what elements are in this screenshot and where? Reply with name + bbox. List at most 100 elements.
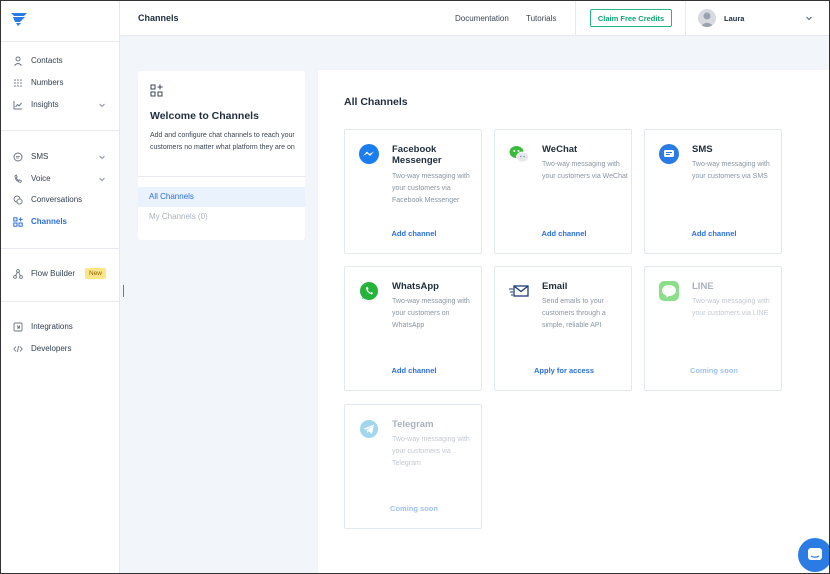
add-channel-button[interactable]: Add channel: [645, 229, 783, 238]
sidebar-item-insights[interactable]: Insights: [1, 96, 119, 114]
channel-description: Two-way messaging with your customers vi…: [692, 161, 770, 180]
sidebar-item-contacts[interactable]: Contacts: [1, 52, 119, 70]
tab-label: All Channels: [149, 192, 194, 201]
top-header: Channels Documentation Tutorials Claim F…: [120, 1, 829, 36]
channel-name: Facebook Messenger: [392, 144, 442, 166]
welcome-panel: Welcome to Channels Add and configure ch…: [138, 71, 305, 240]
sidebar-item-label: Channels: [31, 217, 68, 226]
sidebar-item-label: Numbers: [31, 78, 64, 87]
channel-card-sms[interactable]: SMS Two-way messaging with your customer…: [644, 129, 782, 254]
sidebar: Contacts Numbers Insights SMS Voice Conv…: [1, 1, 120, 573]
coming-soon-label: Coming soon: [390, 504, 438, 513]
tutorials-link[interactable]: Tutorials: [526, 14, 556, 23]
messagebird-logo-icon[interactable]: [10, 11, 28, 27]
chat-icon: [808, 548, 822, 560]
sidebar-resize-handle[interactable]: [123, 285, 124, 297]
person-icon: [14, 56, 22, 66]
sidebar-item-flow-builder[interactable]: Flow Builder New: [1, 265, 119, 283]
wechat-icon: [509, 146, 529, 163]
sidebar-item-label: Voice: [31, 174, 51, 183]
chat-support-button[interactable]: [798, 538, 829, 572]
header-divider: [575, 1, 576, 36]
messenger-icon: [359, 144, 379, 164]
channel-description: Two-way messaging with your customers vi…: [392, 173, 470, 204]
line-icon: [659, 281, 679, 301]
sms-icon: [13, 152, 23, 162]
channel-name: LINE: [692, 281, 714, 292]
sidebar-item-conversations[interactable]: Conversations: [1, 191, 119, 209]
sms-icon: [659, 144, 679, 164]
new-badge: New: [85, 268, 107, 279]
channel-name: Email: [542, 281, 568, 292]
grid-icon: [14, 79, 22, 87]
channel-card-facebook-messenger[interactable]: Facebook Messenger Two-way messaging wit…: [344, 129, 482, 254]
sidebar-item-label: SMS: [31, 152, 49, 161]
sidebar-item-label: Insights: [31, 100, 59, 109]
whatsapp-icon: [360, 282, 378, 300]
email-icon: [509, 285, 529, 297]
header-divider: [685, 1, 686, 36]
section-title: All Channels: [344, 96, 408, 108]
add-channel-button[interactable]: Add channel: [495, 229, 633, 238]
user-name[interactable]: Laura: [724, 14, 744, 23]
channels-main-panel: All Channels Facebook Messenger Two-way …: [318, 70, 829, 573]
welcome-divider: [138, 176, 305, 177]
sidebar-item-label: Integrations: [31, 322, 73, 331]
avatar-person-icon: [700, 12, 714, 27]
claim-free-credits-button[interactable]: Claim Free Credits: [590, 9, 672, 27]
channel-card-whatsapp[interactable]: WhatsApp Two-way messaging with your cus…: [344, 266, 482, 391]
integrations-icon: [13, 322, 23, 332]
chevron-down-icon[interactable]: [98, 153, 106, 161]
chevron-down-icon[interactable]: [98, 175, 106, 183]
page-title: Channels: [138, 13, 179, 23]
chart-icon: [13, 101, 22, 110]
tab-my-channels[interactable]: My Channels (0): [138, 207, 305, 227]
app-frame: Contacts Numbers Insights SMS Voice Conv…: [0, 0, 830, 574]
avatar[interactable]: [698, 9, 716, 27]
channels-icon: [13, 217, 23, 227]
channel-description: Two-way messaging with your customers vi…: [542, 161, 628, 180]
channel-card-wechat[interactable]: WeChat Two-way messaging with your custo…: [494, 129, 632, 254]
channel-description: Send emails to your customers through a …: [542, 298, 606, 329]
sidebar-divider: [1, 301, 119, 302]
channel-card-line: LINE Two-way messaging with your custome…: [644, 266, 782, 391]
add-channel-button[interactable]: Add channel: [345, 366, 483, 375]
coming-soon-label: Coming soon: [690, 366, 738, 375]
chevron-down-icon[interactable]: [805, 14, 813, 22]
flow-icon: [13, 269, 23, 279]
sidebar-item-label: Conversations: [31, 195, 83, 204]
sidebar-item-label: Developers: [31, 344, 72, 353]
add-channel-button[interactable]: Add channel: [345, 229, 483, 238]
tab-label: My Channels (0): [149, 212, 208, 221]
channel-description: Two-way messaging with your customers vi…: [692, 298, 770, 317]
sidebar-item-label: Flow Builder: [31, 269, 76, 278]
voice-icon: [14, 174, 23, 184]
sidebar-divider: [1, 41, 119, 42]
sidebar-divider: [1, 130, 119, 131]
documentation-link[interactable]: Documentation: [455, 14, 509, 23]
chevron-down-icon[interactable]: [98, 101, 106, 109]
channel-name: WhatsApp: [392, 281, 439, 292]
code-icon: [13, 345, 23, 353]
sidebar-item-channels[interactable]: Channels: [1, 213, 119, 231]
channel-description: Two-way messaging with your customers on…: [392, 298, 470, 329]
channels-add-icon: [150, 84, 163, 97]
channel-description: Two-way messaging with your customers vi…: [392, 436, 470, 467]
channel-card-email[interactable]: Email Send emails to your customers thro…: [494, 266, 632, 391]
tab-all-channels[interactable]: All Channels: [138, 187, 305, 207]
channel-name: SMS: [692, 144, 713, 155]
sidebar-item-developers[interactable]: Developers: [1, 340, 119, 358]
sidebar-item-integrations[interactable]: Integrations: [1, 318, 119, 336]
welcome-title: Welcome to Channels: [150, 110, 259, 122]
sidebar-item-voice[interactable]: Voice: [1, 170, 119, 188]
welcome-description: Add and configure chat channels to reach…: [150, 132, 295, 151]
channel-name: WeChat: [542, 144, 578, 155]
sidebar-item-sms[interactable]: SMS: [1, 148, 119, 166]
apply-for-access-button[interactable]: Apply for access: [495, 366, 633, 375]
channel-card-telegram: Telegram Two-way messaging with your cus…: [344, 404, 482, 529]
telegram-icon: [360, 420, 378, 438]
sidebar-item-numbers[interactable]: Numbers: [1, 74, 119, 92]
sidebar-divider: [1, 248, 119, 249]
channel-name: Telegram: [392, 419, 434, 430]
conversations-icon: [13, 195, 23, 205]
